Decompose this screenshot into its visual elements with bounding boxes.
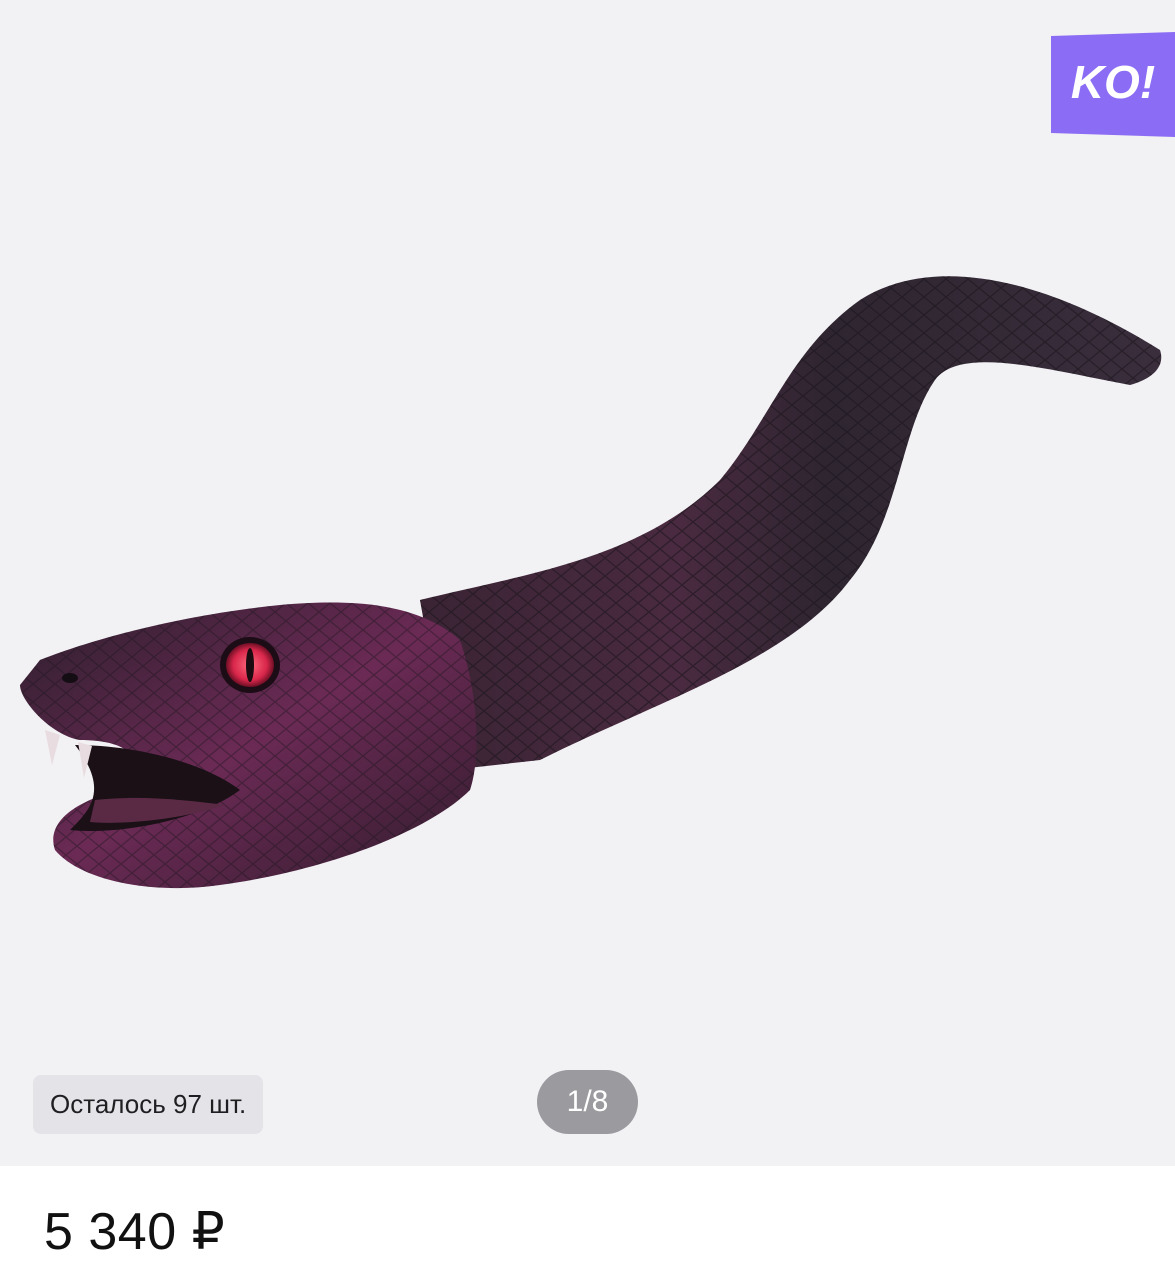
snake-toy-image[interactable] (0, 0, 1175, 1166)
image-pager: 1/8 (537, 1070, 638, 1134)
image-pager-label: 1/8 (566, 1085, 609, 1118)
product-gallery[interactable]: KO! Осталось 97 шт. 1/8 (0, 0, 1175, 1166)
stock-remaining-badge: Осталось 97 шт. (33, 1075, 264, 1134)
brand-logo: KO! (1051, 32, 1175, 137)
product-price: 5 340 ₽ (44, 1203, 226, 1261)
brand-logo-text: KO! (1071, 56, 1155, 108)
stock-remaining-label: Осталось 97 шт. (50, 1089, 247, 1119)
